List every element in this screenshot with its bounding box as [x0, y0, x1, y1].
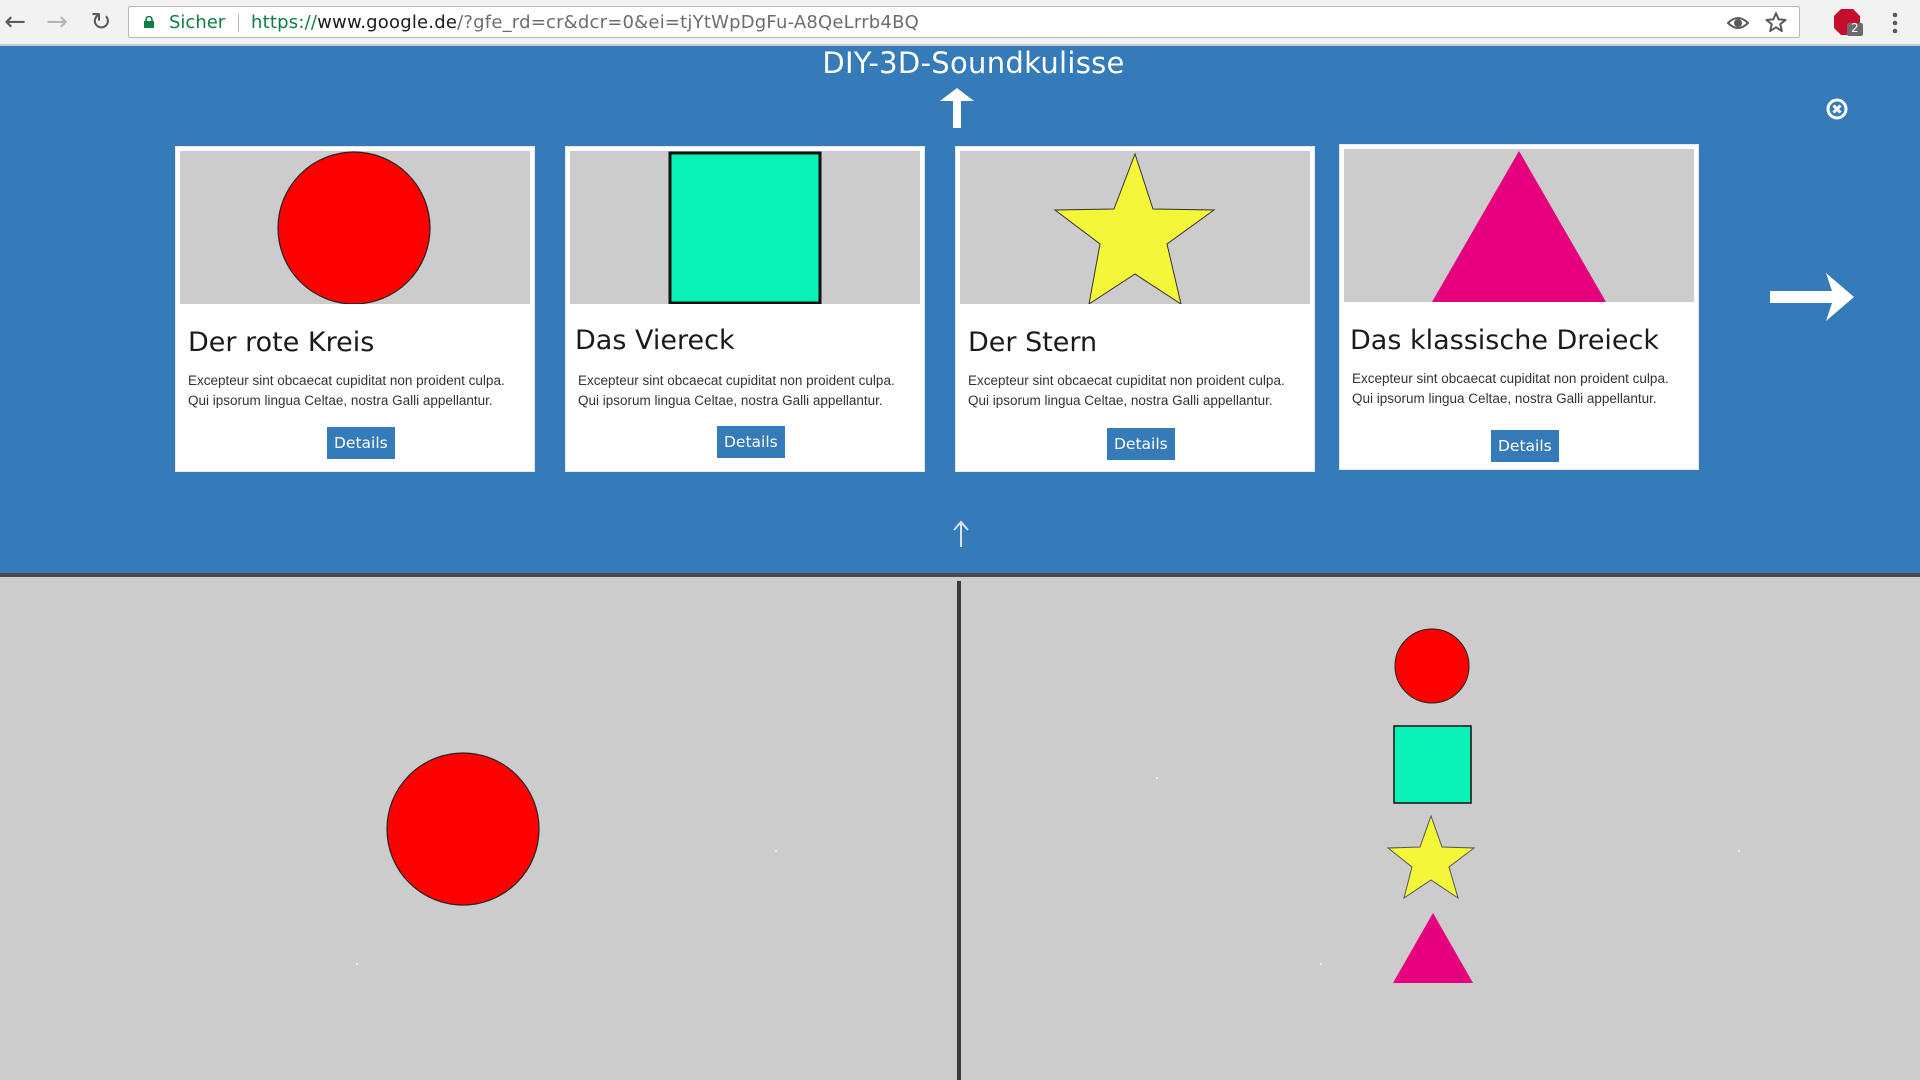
details-button[interactable]: Details [327, 427, 395, 459]
scene-speck [1738, 850, 1740, 852]
menu-icon[interactable] [1890, 10, 1900, 36]
scene-star [1386, 814, 1476, 900]
scene-right [1386, 628, 1476, 983]
card-triangle: Das klassische Dreieck Excepteur sint ob… [1339, 144, 1699, 470]
red-circle-shape [277, 151, 431, 304]
forward-icon[interactable]: → [42, 7, 72, 37]
card-description-line: Excepteur sint obcaecat cupiditat non pr… [968, 373, 1285, 388]
card-description-line: Excepteur sint obcaecat cupiditat non pr… [188, 373, 505, 388]
card-image [960, 151, 1310, 304]
url-text[interactable]: https://www.google.de/?gfe_rd=cr&dcr=0&e… [251, 12, 919, 33]
triangle-shape [1432, 151, 1606, 302]
url-scheme: https:// [251, 12, 318, 33]
card-image [1344, 149, 1694, 302]
card-image [570, 151, 920, 304]
card-title: Der rote Kreis [188, 327, 375, 358]
details-button[interactable]: Details [717, 426, 785, 458]
scene-speck [356, 963, 358, 965]
secure-label: Sicher [169, 12, 226, 33]
card-description-line: Qui ipsorum lingua Celtae, nostra Galli … [188, 393, 493, 408]
address-bar[interactable]: Sicher https://www.google.de/?gfe_rd=cr&… [128, 6, 1800, 38]
scene-speck [1156, 777, 1158, 779]
scene-square [1393, 725, 1472, 804]
card-description-line: Excepteur sint obcaecat cupiditat non pr… [578, 373, 895, 388]
scene-left [386, 752, 540, 906]
square-shape [668, 151, 822, 304]
scene-triangle [1393, 913, 1473, 983]
card-star: Der Stern Excepteur sint obcaecat cupidi… [955, 146, 1315, 472]
scene-viewport-left[interactable] [0, 581, 957, 1080]
card-description-line: Excepteur sint obcaecat cupiditat non pr… [1352, 371, 1669, 386]
eye-icon[interactable] [1727, 13, 1749, 33]
scene-speck [775, 850, 777, 852]
card-description: Excepteur sint obcaecat cupiditat non pr… [1352, 369, 1692, 409]
adblock-icon[interactable]: 2 [1834, 9, 1864, 37]
card-red-circle: Der rote Kreis Excepteur sint obcaecat c… [175, 146, 535, 472]
back-icon[interactable]: ← [0, 7, 30, 37]
url-host: www.google.de [317, 12, 458, 33]
up-arrow-icon[interactable] [940, 88, 974, 128]
star-icon[interactable] [1765, 11, 1787, 33]
lock-icon [144, 16, 154, 28]
details-button[interactable]: Details [1107, 428, 1175, 460]
card-title: Das klassische Dreieck [1350, 325, 1660, 356]
details-button[interactable]: Details [1491, 430, 1559, 462]
card-title: Das Viereck [575, 325, 735, 356]
scene-red-circle [386, 752, 540, 906]
card-image [180, 151, 530, 304]
card-description: Excepteur sint obcaecat cupiditat non pr… [578, 371, 918, 411]
card-description-line: Qui ipsorum lingua Celtae, nostra Galli … [1352, 391, 1657, 406]
extension-badge: 2 [1851, 21, 1859, 35]
next-arrow-icon[interactable] [1770, 271, 1854, 323]
card-description: Excepteur sint obcaecat cupiditat non pr… [188, 371, 528, 411]
scene-red-circle [1394, 628, 1470, 704]
browser-toolbar: ← → ↻ Sicher https://www.google.de/?gfe_… [0, 0, 1920, 45]
scene-speck [1320, 963, 1322, 965]
card-description-line: Qui ipsorum lingua Celtae, nostra Galli … [578, 393, 883, 408]
url-path: /?gfe_rd=cr&dcr=0&ei=tjYtWpDgFu-A8QeLrrb… [457, 12, 919, 33]
card-square: Das Viereck Excepteur sint obcaecat cupi… [565, 146, 925, 472]
star-shape [1053, 152, 1216, 304]
address-separator [238, 14, 239, 32]
scene-viewport-right[interactable] [961, 581, 1920, 1080]
reload-icon[interactable]: ↻ [86, 7, 116, 37]
shape-selection-panel: DIY-3D-Soundkulisse Der rote Kreis Excep… [0, 46, 1920, 577]
card-description-line: Qui ipsorum lingua Celtae, nostra Galli … [968, 393, 1273, 408]
scroll-up-icon[interactable] [952, 520, 970, 548]
card-description: Excepteur sint obcaecat cupiditat non pr… [968, 371, 1308, 411]
card-title: Der Stern [968, 327, 1098, 358]
close-icon[interactable] [1826, 98, 1848, 120]
page-title: DIY-3D-Soundkulisse [822, 46, 1125, 80]
